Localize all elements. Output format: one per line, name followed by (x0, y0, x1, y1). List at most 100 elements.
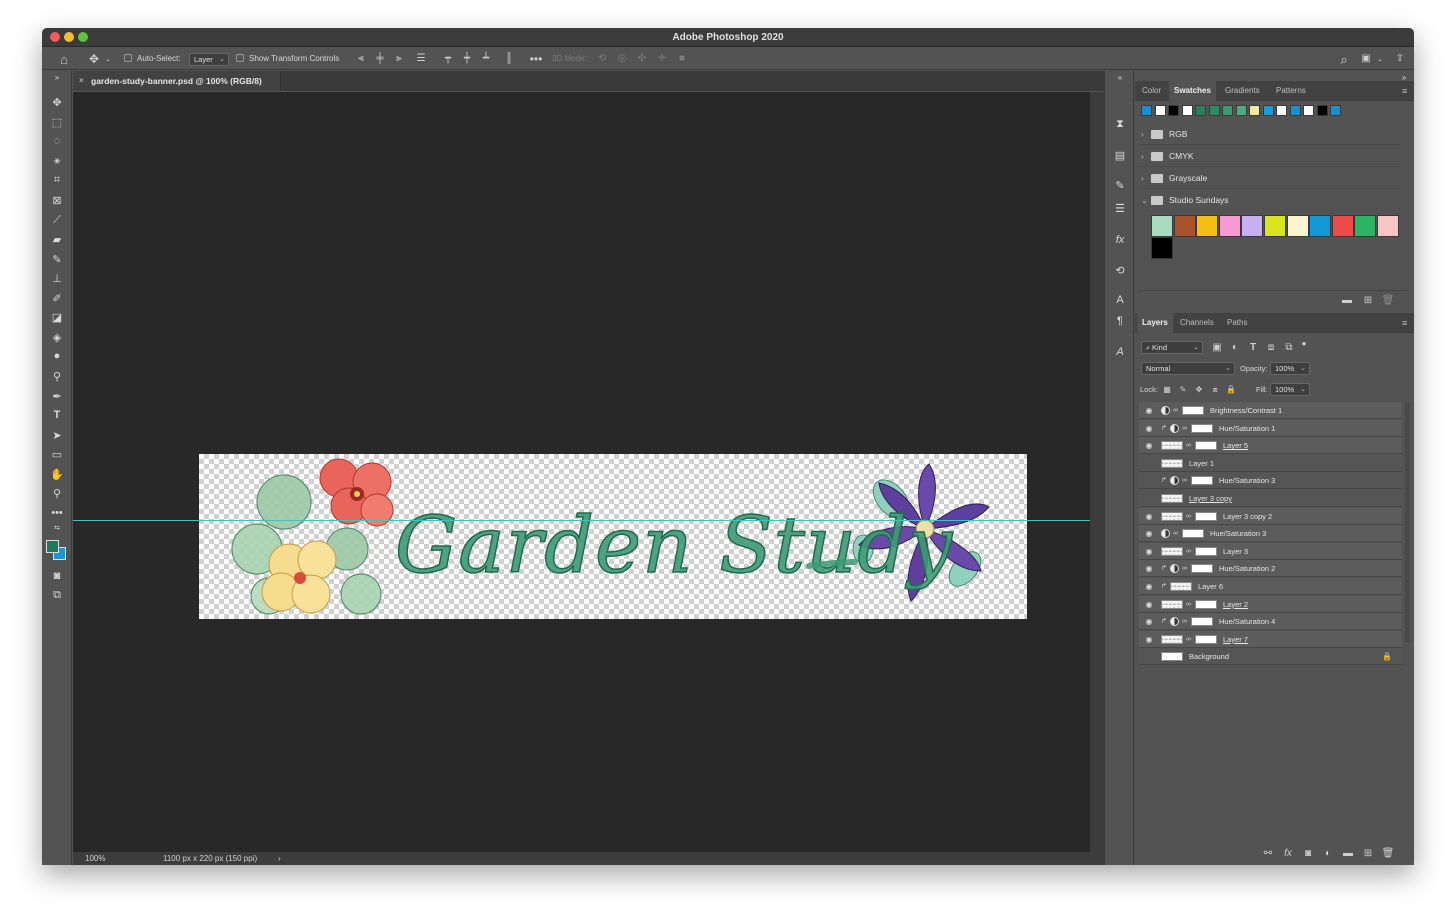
collapse-toolbar-icon[interactable]: » (47, 73, 67, 82)
recent-swatch[interactable] (1235, 105, 1247, 116)
layer-name[interactable]: Hue/Saturation 3 (1219, 472, 1275, 489)
layer-mask-thumbnail[interactable] (1195, 511, 1217, 521)
filter-adjustment-icon[interactable]: ◐ (1229, 341, 1241, 354)
layer-name[interactable]: Layer 5 (1223, 437, 1248, 454)
tab-patterns[interactable]: Patterns (1271, 81, 1311, 101)
recent-swatch[interactable] (1154, 105, 1166, 116)
layer-name[interactable]: Hue/Saturation 1 (1219, 420, 1275, 437)
recent-swatch[interactable] (1208, 105, 1220, 116)
hand-tool-icon[interactable]: ✋ (47, 465, 67, 483)
foreground-color-swatch[interactable] (46, 540, 59, 553)
zoom-window-button[interactable] (78, 32, 88, 42)
tab-layers[interactable]: Layers (1137, 313, 1173, 333)
mask-link-icon[interactable]: ∞ (1182, 613, 1187, 630)
layer-thumbnail[interactable] (1161, 494, 1183, 503)
3d-pan-icon[interactable]: ✣ (635, 52, 649, 66)
recent-swatch[interactable] (1222, 105, 1233, 116)
align-bottom-icon[interactable]: ┷ (479, 52, 493, 66)
layer-mask-thumbnail[interactable] (1195, 546, 1217, 556)
quick-mask-icon[interactable]: ◙ (47, 567, 67, 585)
layer-thumbnail[interactable] (1161, 599, 1183, 609)
chevron-down-icon[interactable]: ⌄ (1376, 52, 1384, 66)
lock-all-icon[interactable]: 🔒 (1225, 384, 1237, 396)
studio-sundays-swatch[interactable] (1309, 215, 1332, 237)
lock-artboard-icon[interactable]: ⧈ (1209, 384, 1221, 396)
layer-thumbnail[interactable] (1161, 546, 1183, 556)
layer-name[interactable]: Layer 6 (1198, 578, 1223, 595)
close-window-button[interactable] (50, 32, 60, 42)
path-selection-tool-icon[interactable]: ➤ (47, 426, 67, 444)
layer-row[interactable]: ◉ ∞ Layer 7 (1139, 630, 1402, 648)
layer-thumbnail[interactable] (1161, 441, 1183, 451)
glyphs-panel-icon[interactable]: A (1110, 343, 1130, 361)
lock-position-icon[interactable]: ✥ (1193, 384, 1205, 396)
filter-smart-object-icon[interactable]: ⧉ (1283, 341, 1295, 354)
opacity-field[interactable]: 100% ⌄ (1270, 362, 1310, 375)
layer-mask-thumbnail[interactable] (1191, 476, 1213, 486)
layer-row[interactable]: ◉ ∞ Layer 2 (1139, 595, 1402, 613)
studio-sundays-swatch[interactable] (1354, 215, 1377, 237)
studio-sundays-swatch[interactable] (1196, 215, 1219, 237)
blur-tool-icon[interactable]: ● (47, 347, 67, 365)
delete-swatch-icon[interactable]: 🗑 (1381, 294, 1395, 308)
paragraph-panel-icon[interactable]: ¶ (1110, 312, 1130, 330)
studio-sundays-swatch[interactable] (1218, 215, 1241, 237)
studio-sundays-swatch[interactable] (1377, 215, 1399, 237)
move-tool-icon[interactable]: ✥ (47, 93, 67, 111)
studio-sundays-swatch[interactable] (1331, 215, 1354, 237)
mask-link-icon[interactable]: ∞ (1186, 437, 1191, 454)
layer-name[interactable]: Hue/Saturation 4 (1219, 613, 1275, 630)
layer-row[interactable]: ◉ ∞ Brightness/Contrast 1 (1139, 402, 1402, 419)
recent-swatch[interactable] (1276, 105, 1287, 116)
share-icon[interactable]: ⇪ (1392, 51, 1408, 67)
swatch-group-studio-sundays[interactable]: ⌄ Studio Sundays (1139, 190, 1401, 211)
mask-link-icon[interactable]: ∞ (1182, 560, 1187, 577)
mask-link-icon[interactable]: ∞ (1173, 402, 1178, 419)
tab-paths[interactable]: Paths (1222, 313, 1252, 333)
visibility-eye-icon[interactable]: ◉ (1143, 525, 1155, 542)
layers-scrollbar[interactable] (1405, 402, 1410, 642)
layer-row[interactable]: ◉ ↱ ∞ Hue/Saturation 2 (1139, 560, 1402, 578)
swatch-group-cmyk[interactable]: › CMYK (1139, 146, 1401, 167)
recent-swatch[interactable] (1303, 105, 1314, 116)
filter-shape-icon[interactable]: ⧈ (1265, 341, 1277, 354)
type-tool-icon[interactable]: T (47, 406, 67, 424)
layer-mask-thumbnail[interactable] (1195, 441, 1217, 451)
lasso-tool-icon[interactable]: ◌ (47, 132, 67, 150)
studio-sundays-swatch[interactable] (1173, 215, 1196, 237)
layer-name[interactable]: Layer 7 (1223, 631, 1248, 648)
vertical-scrollbar[interactable] (1090, 92, 1104, 852)
eraser-tool-icon[interactable]: ◪ (47, 308, 67, 326)
filter-pixel-icon[interactable]: ▣ (1211, 341, 1223, 354)
recent-swatch[interactable] (1249, 105, 1260, 116)
layer-thumbnail[interactable] (1161, 652, 1183, 662)
auto-select-checkbox[interactable] (124, 54, 132, 62)
fill-field[interactable]: 100% ⌄ (1270, 383, 1310, 396)
recent-swatch[interactable] (1168, 105, 1179, 116)
delete-layer-icon[interactable]: 🗑 (1381, 847, 1395, 861)
add-mask-icon[interactable]: ◙ (1301, 847, 1315, 861)
visibility-eye-icon[interactable]: ◉ (1143, 596, 1155, 613)
filter-type-icon[interactable]: T (1247, 341, 1259, 354)
mask-link-icon[interactable]: ∞ (1186, 508, 1191, 525)
layer-mask-thumbnail[interactable] (1191, 423, 1213, 433)
recent-swatch[interactable] (1181, 105, 1193, 116)
tab-swatches[interactable]: Swatches (1169, 81, 1216, 101)
layer-style-icon[interactable]: fx (1281, 847, 1295, 861)
recent-swatch[interactable] (1330, 105, 1341, 116)
dodge-tool-icon[interactable]: ⚲ (47, 367, 67, 385)
layer-row[interactable]: Background 🔒 (1139, 648, 1402, 666)
actions-panel-icon[interactable]: ⟲ (1110, 261, 1130, 279)
pen-tool-icon[interactable]: ✒ (47, 387, 67, 405)
distribute-vertical-icon[interactable]: ║ (502, 52, 516, 66)
frame-tool-icon[interactable]: ⊠ (47, 191, 67, 209)
layer-row[interactable]: Layer 3 copy (1139, 490, 1402, 507)
move-tool-preset-icon[interactable]: ✥ (86, 51, 102, 67)
visibility-eye-icon[interactable]: ◉ (1143, 508, 1155, 525)
layer-filter-kind-dropdown[interactable]: ⌕ Kind ⌄ (1141, 341, 1203, 354)
blend-mode-dropdown[interactable]: Normal ⌄ (1141, 362, 1235, 375)
layer-name[interactable]: Background (1189, 648, 1229, 665)
3d-slide-icon[interactable]: ✛ (655, 52, 669, 66)
zoom-tool-icon[interactable]: ⚲ (47, 484, 67, 502)
workspace-icon[interactable]: ▣ (1358, 51, 1374, 67)
